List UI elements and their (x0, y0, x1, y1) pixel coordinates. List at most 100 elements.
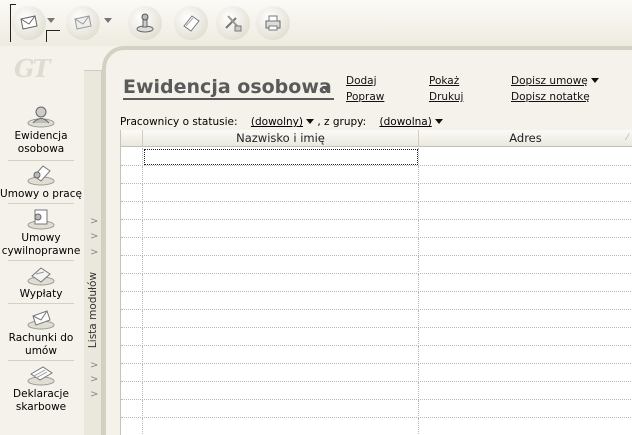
table-row[interactable] (121, 202, 632, 220)
name-cell[interactable] (143, 364, 419, 382)
row-marker-cell[interactable] (121, 310, 143, 328)
contract-icon (27, 165, 55, 186)
address-cell[interactable] (419, 364, 632, 382)
tools-button[interactable] (216, 6, 250, 40)
group-filter-dropdown[interactable]: (dowolna) (380, 116, 432, 128)
name-cell[interactable] (143, 238, 419, 256)
bill-icon (27, 310, 55, 330)
row-marker-cell[interactable] (121, 238, 143, 256)
address-cell[interactable] (419, 184, 632, 202)
table-row[interactable] (121, 220, 632, 238)
address-cell[interactable] (419, 292, 632, 310)
table-row[interactable] (121, 148, 632, 166)
table-row[interactable] (121, 364, 632, 382)
column-header-name[interactable]: Nazwisko i imię (143, 130, 419, 147)
row-marker-cell[interactable] (121, 292, 143, 310)
name-cell[interactable] (143, 292, 419, 310)
name-cell[interactable] (143, 220, 419, 238)
printer-button[interactable] (256, 6, 290, 40)
column-header-marker[interactable] (121, 130, 143, 147)
table-row[interactable] (121, 166, 632, 184)
row-marker-cell[interactable] (121, 418, 143, 435)
address-cell[interactable] (419, 166, 632, 184)
page-title[interactable]: Ewidencja osobowa (123, 76, 334, 100)
table-row[interactable] (121, 292, 632, 310)
module-umowy-cywilnoprawne[interactable]: Umowy cywilnoprawne (0, 206, 82, 258)
address-cell[interactable] (419, 382, 632, 400)
table-row[interactable] (121, 400, 632, 418)
group-dropdown-icon[interactable] (434, 119, 443, 124)
module-rachunki-do-umow[interactable]: Rachunki do umów (0, 306, 82, 358)
module-umowy-o-prace[interactable]: Umowy o pracę (0, 162, 82, 201)
row-marker-cell[interactable] (121, 364, 143, 382)
table-row[interactable] (121, 328, 632, 346)
row-marker-cell[interactable] (121, 220, 143, 238)
table-row[interactable] (121, 274, 632, 292)
address-cell[interactable] (419, 418, 632, 435)
name-cell[interactable] (143, 166, 419, 184)
module-wyplaty[interactable]: Wypłaty (0, 262, 82, 301)
name-cell[interactable] (143, 184, 419, 202)
table-row[interactable] (121, 418, 632, 435)
name-cell[interactable] (143, 256, 419, 274)
show-link[interactable]: Pokaż (429, 75, 459, 87)
document-button[interactable] (174, 6, 208, 40)
name-cell[interactable] (143, 382, 419, 400)
name-cell[interactable] (143, 400, 419, 418)
module-deklaracje-skarbowe[interactable]: Deklaracje skarbowe (0, 362, 82, 414)
address-cell[interactable] (419, 238, 632, 256)
address-cell[interactable] (419, 346, 632, 364)
address-cell[interactable] (419, 274, 632, 292)
mail-forward-icon (74, 15, 92, 30)
address-cell[interactable] (419, 148, 632, 166)
add-contract-link[interactable]: Dopisz umowę (511, 75, 599, 87)
mail-forward-button[interactable] (66, 6, 100, 40)
address-cell[interactable] (419, 220, 632, 238)
module-list-label[interactable]: Lista modułów (84, 272, 102, 352)
row-marker-cell[interactable] (121, 382, 143, 400)
row-marker-cell[interactable] (121, 400, 143, 418)
column-header-address[interactable]: Adres ⁄ (419, 130, 632, 147)
edit-link[interactable]: Popraw (346, 91, 384, 103)
address-cell[interactable] (419, 400, 632, 418)
employee-grid[interactable]: Nazwisko i imię Adres ⁄ (120, 130, 632, 435)
name-cell[interactable] (143, 328, 419, 346)
address-cell[interactable] (419, 202, 632, 220)
mail-back-button[interactable] (12, 6, 46, 40)
address-cell[interactable] (419, 310, 632, 328)
mail-forward-dropdown-icon[interactable] (104, 18, 112, 23)
table-row[interactable] (121, 238, 632, 256)
table-row[interactable] (121, 382, 632, 400)
print-link[interactable]: Drukuj (429, 91, 463, 103)
table-row[interactable] (121, 310, 632, 328)
row-marker-cell[interactable] (121, 184, 143, 202)
row-marker-cell[interactable] (121, 166, 143, 184)
name-cell[interactable] (143, 148, 419, 166)
address-cell[interactable] (419, 256, 632, 274)
table-row[interactable] (121, 346, 632, 364)
name-cell[interactable] (143, 310, 419, 328)
stamp-button[interactable] (128, 6, 162, 40)
module-ewidencja-osobowa[interactable]: Ewidencja osobowa (0, 104, 82, 156)
row-marker-cell[interactable] (121, 346, 143, 364)
row-marker-cell[interactable] (121, 148, 143, 166)
name-cell[interactable] (143, 202, 419, 220)
name-cell[interactable] (143, 274, 419, 292)
row-marker-cell[interactable] (121, 328, 143, 346)
status-filter-dropdown[interactable]: (dowolny) (251, 116, 303, 128)
mail-back-dropdown-icon[interactable] (47, 18, 55, 23)
status-dropdown-icon[interactable] (305, 119, 314, 124)
name-cell[interactable] (143, 346, 419, 364)
table-row[interactable] (121, 256, 632, 274)
row-marker-cell[interactable] (121, 256, 143, 274)
address-cell[interactable] (419, 328, 632, 346)
chevron-right-icon: > (90, 389, 99, 400)
chevron-right-icon: > (90, 231, 99, 242)
row-marker-cell[interactable] (121, 202, 143, 220)
add-note-link[interactable]: Dopisz notatkę (511, 91, 590, 103)
add-link[interactable]: Dodaj (346, 75, 377, 87)
row-marker-cell[interactable] (121, 274, 143, 292)
name-cell[interactable] (143, 418, 419, 435)
table-row[interactable] (121, 184, 632, 202)
title-dropdown-icon[interactable] (322, 86, 330, 91)
